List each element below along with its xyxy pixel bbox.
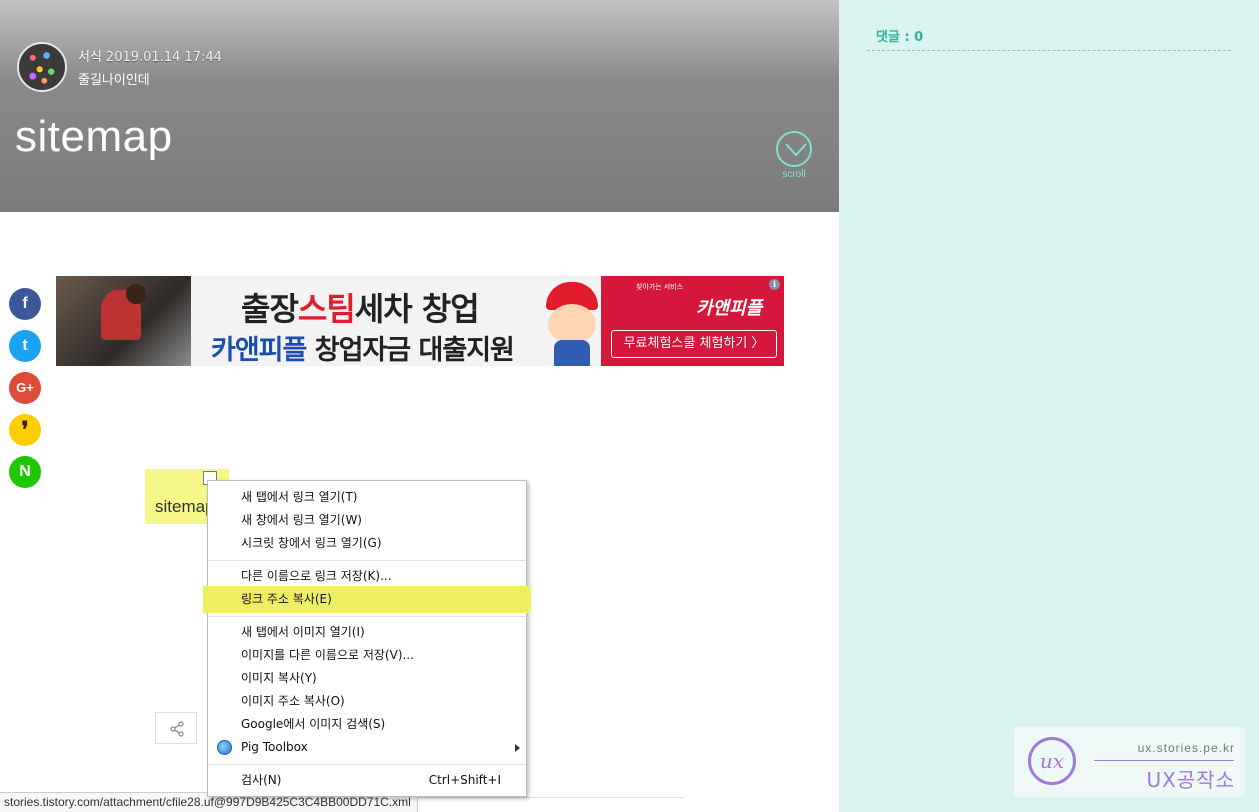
watermark-url: ux.stories.pe.kr — [1137, 741, 1235, 755]
comment-count: 댓글 : 0 — [876, 30, 924, 45]
ad-mascot-image — [526, 278, 616, 366]
kakaostory-icon: ❜ — [21, 417, 29, 442]
menu-item-open-link-new-tab[interactable]: 새 탭에서 링크 열기(T) — [208, 486, 526, 509]
kakaostory-share-button[interactable]: ❜ — [9, 414, 41, 446]
share-toggle-button[interactable] — [155, 712, 197, 744]
share-icon — [170, 721, 184, 737]
google-plus-icon: G+ — [16, 380, 34, 395]
menu-separator — [208, 560, 526, 561]
ad-headline: 출장스팀세차 창업 — [241, 290, 480, 328]
post-author[interactable]: 줄길나이인데 — [78, 69, 222, 88]
ad-brand-logo: 카앤피플 — [696, 298, 763, 319]
scroll-button[interactable]: scroll — [775, 131, 813, 180]
menu-item-inspect[interactable]: 검사(N) Ctrl+Shift+I — [208, 769, 526, 792]
naver-share-button[interactable]: N — [9, 456, 41, 488]
pig-toolbox-icon — [217, 740, 232, 755]
menu-item-label: Pig Toolbox — [241, 740, 308, 754]
twitter-icon: t — [22, 337, 28, 354]
chevron-right-icon — [515, 744, 520, 752]
facebook-share-button[interactable]: f — [9, 288, 41, 320]
menu-item-save-image-as[interactable]: 이미지를 다른 이름으로 저장(V)... — [208, 644, 526, 667]
watermark-badge: ux ux.stories.pe.kr UX공작소 — [1014, 727, 1245, 797]
scroll-label: scroll — [782, 169, 806, 180]
share-buttons: f t G+ ❜ N — [9, 288, 41, 498]
menu-item-copy-link-address[interactable]: 링크 주소 복사(E) — [205, 588, 529, 611]
menu-item-pig-toolbox[interactable]: Pig Toolbox — [208, 736, 526, 759]
ad-subheadline: 카앤피플 창업자금 대출지원 — [211, 335, 515, 366]
watermark-name: UX공작소 — [1146, 768, 1235, 792]
post-category[interactable]: 서식 — [78, 50, 102, 65]
menu-item-copy-image-address[interactable]: 이미지 주소 복사(O) — [208, 690, 526, 713]
menu-item-open-link-new-window[interactable]: 새 창에서 링크 열기(W) — [208, 509, 526, 532]
google-plus-share-button[interactable]: G+ — [9, 372, 41, 404]
facebook-icon: f — [22, 295, 28, 312]
divider — [867, 50, 1231, 51]
naver-icon: N — [19, 463, 31, 480]
menu-item-search-google-image[interactable]: Google에서 이미지 검색(S) — [208, 713, 526, 736]
ad-photo — [56, 276, 191, 366]
twitter-share-button[interactable]: t — [9, 330, 41, 362]
chevron-down-icon — [776, 131, 812, 167]
context-menu: 새 탭에서 링크 열기(T) 새 창에서 링크 열기(W) 시크릿 창에서 링크… — [205, 480, 529, 797]
post-header: 서식 2019.01.14 17:44 줄길나이인데 sitemap scroll — [0, 0, 839, 212]
menu-item-shortcut: Ctrl+Shift+I — [428, 773, 501, 787]
menu-item-label: 검사(N) — [241, 773, 282, 787]
ad-banner[interactable]: 출장스팀세차 창업 카앤피플 창업자금 대출지원 찾아가는 서비스 카앤피플 무… — [56, 276, 784, 366]
ad-info-icon[interactable]: i — [769, 279, 780, 290]
menu-separator — [208, 616, 526, 617]
ad-tagline: 찾아가는 서비스 — [636, 284, 684, 291]
author-avatar[interactable] — [17, 42, 67, 92]
ad-cta-button[interactable]: 무료체험스쿨 체험하기 〉 — [611, 330, 777, 358]
divider — [1094, 760, 1234, 761]
page-title: sitemap — [15, 112, 173, 161]
menu-item-open-image-new-tab[interactable]: 새 탭에서 이미지 열기(I) — [208, 621, 526, 644]
menu-item-open-link-incognito[interactable]: 시크릿 창에서 링크 열기(G) — [208, 532, 526, 555]
attachment-link-text[interactable]: sitemap — [155, 497, 215, 517]
post-date: 2019.01.14 17:44 — [105, 50, 222, 65]
menu-item-save-link-as[interactable]: 다른 이름으로 링크 저장(K)... — [208, 565, 526, 588]
menu-separator — [208, 764, 526, 765]
ux-logo-icon: ux — [1028, 737, 1076, 785]
post-meta: 서식 2019.01.14 17:44 줄길나이인데 — [78, 46, 222, 88]
menu-item-copy-image[interactable]: 이미지 복사(Y) — [208, 667, 526, 690]
comment-sidebar: 댓글 : 0 ux ux.stories.pe.kr UX공작소 — [839, 0, 1259, 812]
